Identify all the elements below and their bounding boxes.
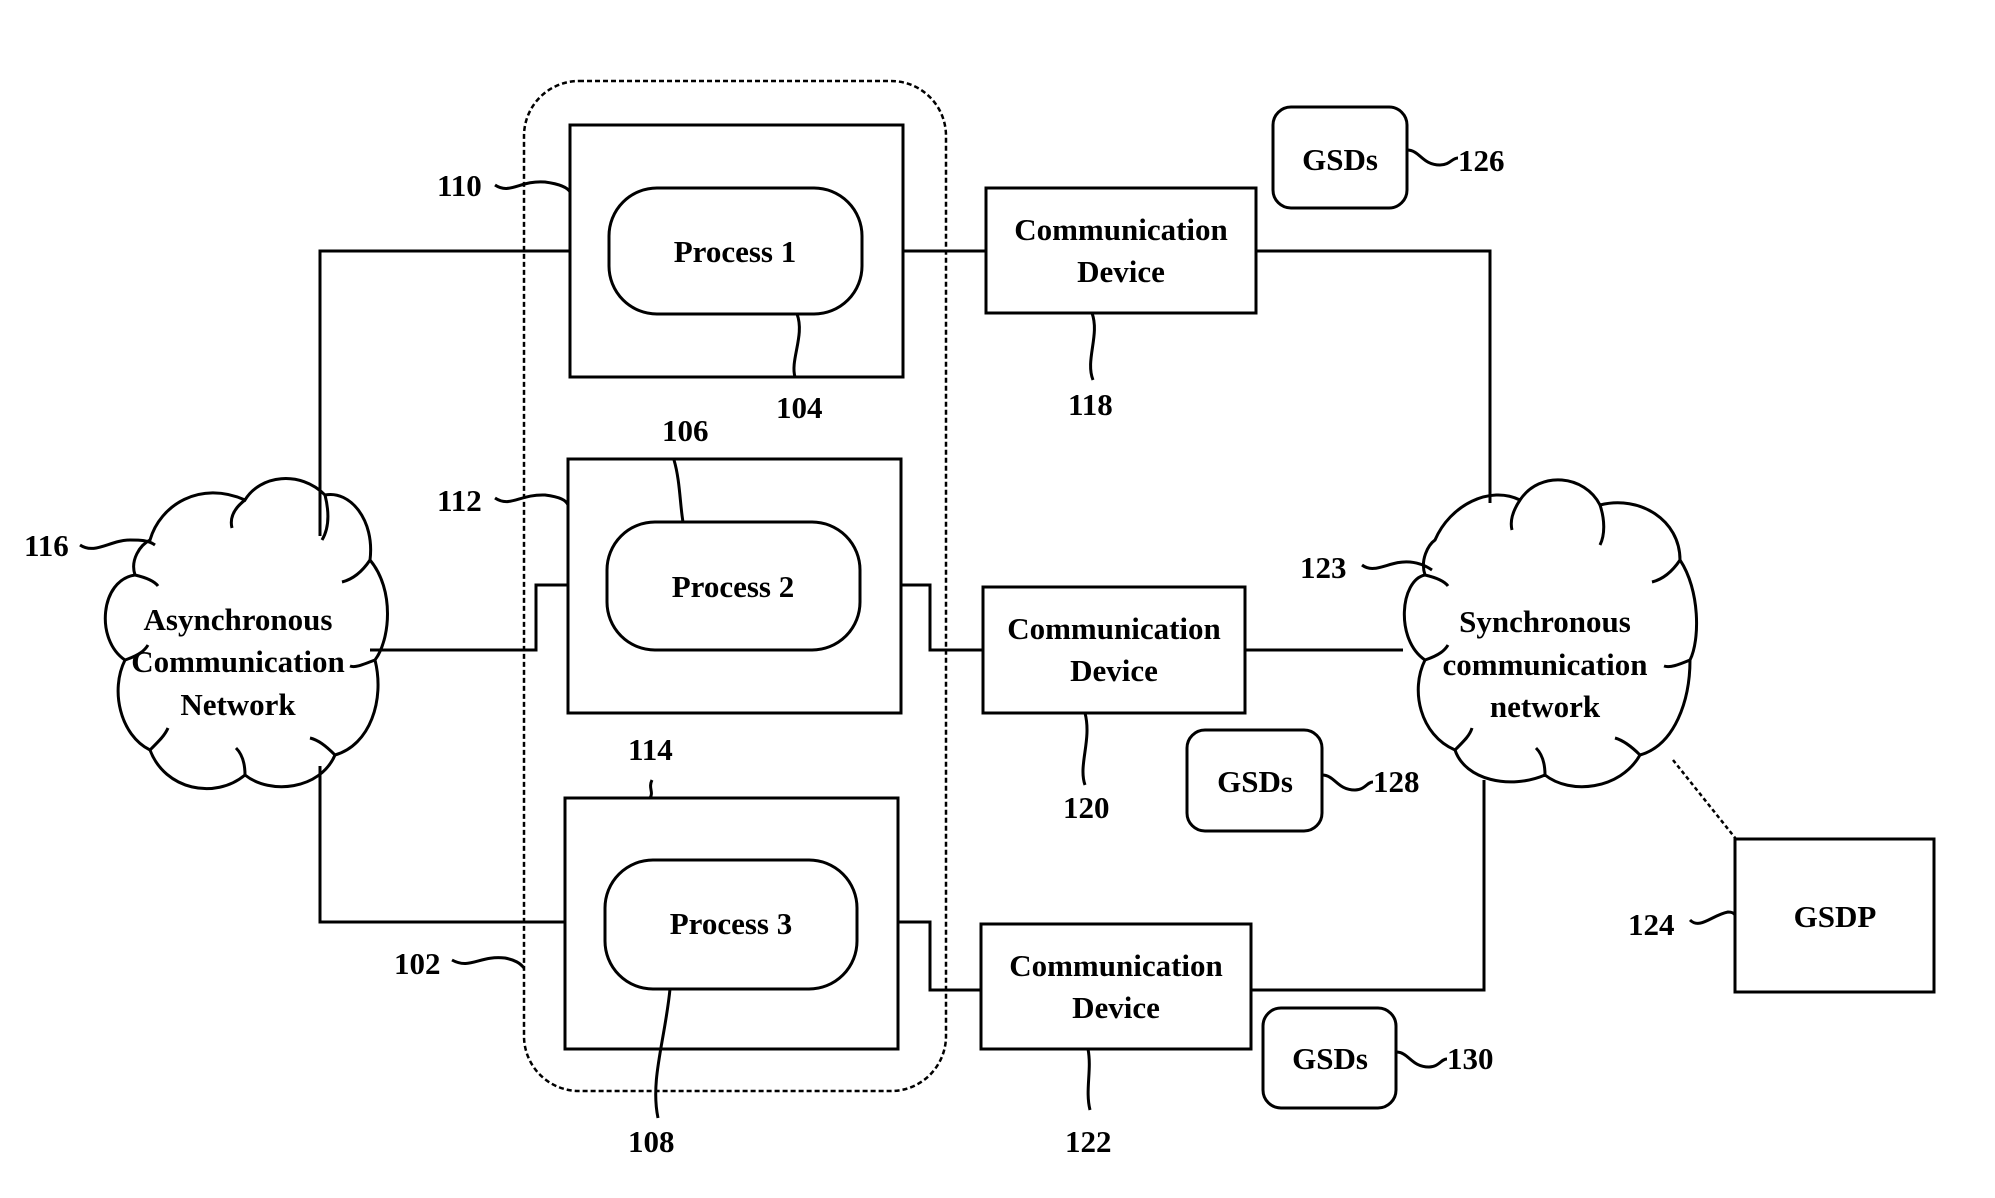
async-network-label-line1: Asynchronous	[144, 602, 333, 637]
ref-124: 124	[1628, 907, 1675, 942]
wire-host3-device122	[898, 920, 981, 992]
ref-118: 118	[1068, 387, 1113, 422]
ref-106: 106	[662, 413, 709, 448]
async-network-label-line2: Communication	[131, 644, 345, 679]
leader-128	[1321, 773, 1374, 792]
device-box-118	[984, 186, 1258, 315]
leader-106	[672, 459, 685, 523]
wire-device122-sync	[1251, 780, 1486, 992]
system-diagram: Process 1 Process 2 Process 3 Communicat…	[24, 79, 1936, 1159]
sync-network-label-line1: Synchronous	[1459, 604, 1631, 639]
ref-126: 126	[1458, 143, 1505, 178]
ref-128: 128	[1373, 764, 1420, 799]
device-box-122	[979, 922, 1253, 1051]
leader-110	[494, 180, 572, 193]
gsds-label-130: GSDs	[1292, 1041, 1368, 1076]
wire-async-host3	[318, 766, 565, 924]
leader-102	[451, 956, 526, 969]
leader-118	[1089, 312, 1096, 381]
device-label-122-line2: Device	[1072, 990, 1160, 1025]
process-label-3: Process 3	[670, 906, 793, 941]
leader-123	[1361, 560, 1433, 572]
async-network-label-line3: Network	[180, 687, 296, 722]
gsdp-label: GSDP	[1794, 899, 1877, 934]
ref-112: 112	[437, 483, 482, 518]
device-box-120	[981, 585, 1247, 715]
wire-host2-device120	[901, 583, 983, 652]
leader-114	[648, 779, 654, 799]
ref-108: 108	[628, 1124, 675, 1159]
leader-122	[1086, 1048, 1092, 1111]
device-label-118-line2: Device	[1077, 254, 1165, 289]
leader-108	[654, 988, 672, 1119]
sync-network-label-line3: network	[1490, 689, 1601, 724]
device-label-122-line1: Communication	[1009, 948, 1223, 983]
leader-120	[1081, 712, 1089, 786]
process-label-2: Process 2	[672, 569, 795, 604]
link-sync-gsdp	[1672, 759, 1737, 840]
wire-async-host2	[370, 583, 568, 652]
ref-104: 104	[776, 390, 823, 425]
ref-120: 120	[1063, 790, 1110, 825]
device-label-120-line2: Device	[1070, 653, 1158, 688]
ref-123: 123	[1300, 550, 1347, 585]
ref-116: 116	[24, 528, 69, 563]
device-label-120-line1: Communication	[1007, 611, 1221, 646]
device-label-118-line1: Communication	[1014, 212, 1228, 247]
leader-104	[792, 313, 801, 378]
leader-124	[1688, 910, 1737, 925]
gsds-label-126: GSDs	[1302, 142, 1378, 177]
sync-network-label-line2: communication	[1443, 647, 1648, 682]
ref-102: 102	[394, 946, 441, 981]
process-label-1: Process 1	[674, 234, 797, 269]
ref-110: 110	[437, 168, 482, 203]
gsds-label-128: GSDs	[1217, 764, 1293, 799]
leader-130	[1395, 1050, 1448, 1069]
wire-device118-sync	[1256, 249, 1492, 503]
ref-114: 114	[628, 732, 673, 767]
ref-130: 130	[1447, 1041, 1494, 1076]
leader-112	[494, 493, 570, 506]
leader-126	[1406, 148, 1459, 167]
ref-122: 122	[1065, 1124, 1112, 1159]
